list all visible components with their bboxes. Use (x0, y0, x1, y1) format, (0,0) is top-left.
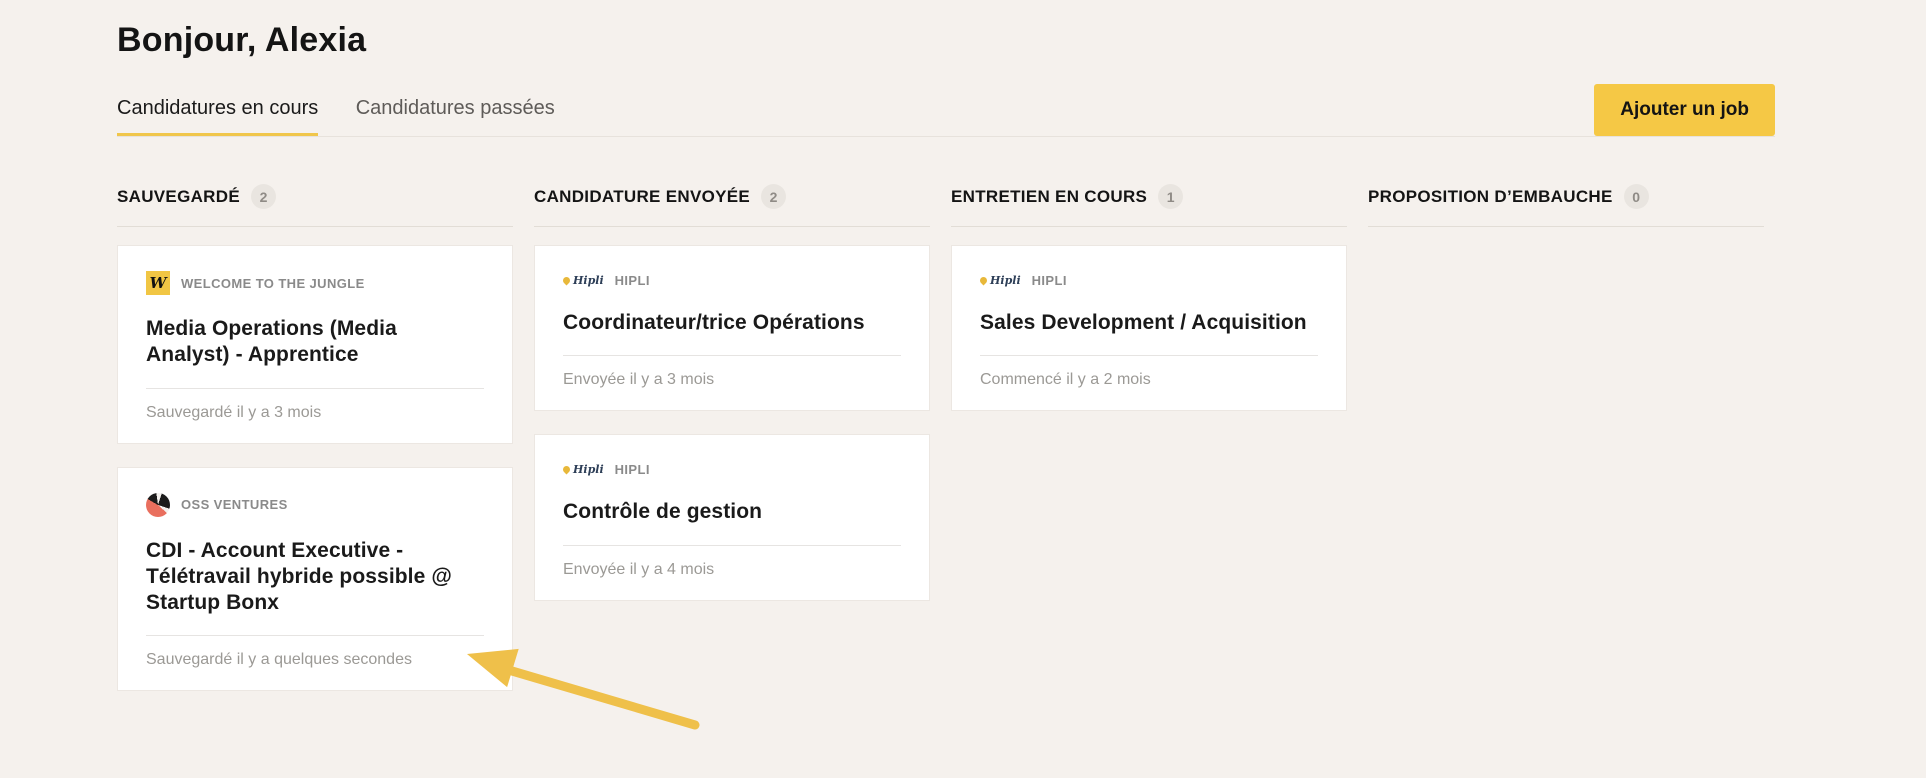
kanban-board: SAUVEGARDÉ 2 W WELCOME TO THE JUNGLE Media O… (117, 184, 1775, 714)
hipli-logo-icon: Hipli (980, 271, 1021, 289)
board-column: SAUVEGARDÉ 2 W WELCOME TO THE JUNGLE Media O… (117, 184, 513, 714)
company-row: OSS VENTURES (146, 493, 484, 517)
card-status: Envoyée il y a 4 mois (563, 561, 901, 579)
tab-current-applications[interactable]: Candidatures en cours (117, 97, 318, 136)
column-header: SAUVEGARDÉ 2 (117, 184, 513, 227)
column-cards: W WELCOME TO THE JUNGLE Media Operations (… (117, 245, 513, 691)
column-header: ENTRETIEN EN COURS 1 (951, 184, 1347, 227)
company-row: Hipli HIPLI (563, 460, 901, 478)
card-divider (563, 355, 901, 356)
column-count-badge: 0 (1624, 184, 1649, 209)
company-name: OSS VENTURES (181, 497, 288, 512)
column-cards: Hipli HIPLI Coordinateur/trice Opérations E… (534, 245, 930, 601)
column-title: CANDIDATURE ENVOYÉE (534, 187, 750, 207)
card-status: Sauvegardé il y a quelques secondes (146, 651, 484, 669)
oss-ventures-logo-icon (146, 493, 170, 517)
card-status: Envoyée il y a 3 mois (563, 371, 901, 389)
column-title: PROPOSITION D’EMBAUCHE (1368, 187, 1613, 207)
column-count-badge: 2 (761, 184, 786, 209)
board-column: CANDIDATURE ENVOYÉE 2 Hipli HIPLI Coordinate… (534, 184, 930, 714)
hipli-leaf-icon (979, 275, 989, 285)
tab-past-applications[interactable]: Candidatures passées (356, 97, 555, 136)
hipli-script-text: Hipli (990, 274, 1021, 287)
job-title: Coordinateur/trice Opérations (563, 310, 901, 336)
wttj-logo-icon: W (146, 271, 170, 295)
card-status: Commencé il y a 2 mois (980, 371, 1318, 389)
job-card[interactable]: Hipli HIPLI Coordinateur/trice Opérations E… (534, 245, 930, 411)
company-row: W WELCOME TO THE JUNGLE (146, 271, 484, 295)
column-count-badge: 1 (1158, 184, 1183, 209)
hipli-leaf-icon (562, 464, 572, 474)
column-count-badge: 2 (251, 184, 276, 209)
job-title: Media Operations (Media Analyst) - Appre… (146, 316, 484, 369)
column-header: CANDIDATURE ENVOYÉE 2 (534, 184, 930, 227)
company-name: WELCOME TO THE JUNGLE (181, 276, 365, 291)
hipli-script-text: Hipli (573, 463, 604, 476)
board-column: ENTRETIEN EN COURS 1 Hipli HIPLI Sales Devel… (951, 184, 1347, 714)
company-row: Hipli HIPLI (980, 271, 1318, 289)
job-card[interactable]: Hipli HIPLI Contrôle de gestion Envoyée il … (534, 434, 930, 600)
applications-dashboard: Bonjour, Alexia Ajouter un job Candidatu… (0, 21, 1926, 778)
hipli-logo-icon: Hipli (563, 271, 604, 289)
card-divider (563, 545, 901, 546)
tabs-bar: Candidatures en cours Candidatures passé… (117, 97, 1775, 137)
card-divider (980, 355, 1318, 356)
column-header: PROPOSITION D’EMBAUCHE 0 (1368, 184, 1764, 227)
column-cards: Hipli HIPLI Sales Development / Acquisitio… (951, 245, 1347, 411)
company-name: HIPLI (1032, 273, 1067, 288)
card-status: Sauvegardé il y a 3 mois (146, 404, 484, 422)
job-card[interactable]: Hipli HIPLI Sales Development / Acquisitio… (951, 245, 1347, 411)
hipli-leaf-icon (562, 275, 572, 285)
board-column: PROPOSITION D’EMBAUCHE 0 (1368, 184, 1764, 714)
company-name: HIPLI (615, 273, 650, 288)
job-card[interactable]: W WELCOME TO THE JUNGLE Media Operations (… (117, 245, 513, 444)
column-title: SAUVEGARDÉ (117, 187, 240, 207)
hipli-script-text: Hipli (573, 274, 604, 287)
company-row: Hipli HIPLI (563, 271, 901, 289)
job-title: Contrôle de gestion (563, 499, 901, 525)
hipli-logo-icon: Hipli (563, 460, 604, 478)
job-title: Sales Development / Acquisition (980, 310, 1318, 336)
card-divider (146, 388, 484, 389)
card-divider (146, 635, 484, 636)
column-title: ENTRETIEN EN COURS (951, 187, 1147, 207)
page-title: Bonjour, Alexia (117, 21, 1775, 60)
add-job-button[interactable]: Ajouter un job (1594, 84, 1775, 136)
job-card[interactable]: OSS VENTURES CDI - Account Executive - Té… (117, 467, 513, 692)
job-title: CDI - Account Executive - Télétravail hy… (146, 538, 484, 617)
company-name: HIPLI (615, 462, 650, 477)
